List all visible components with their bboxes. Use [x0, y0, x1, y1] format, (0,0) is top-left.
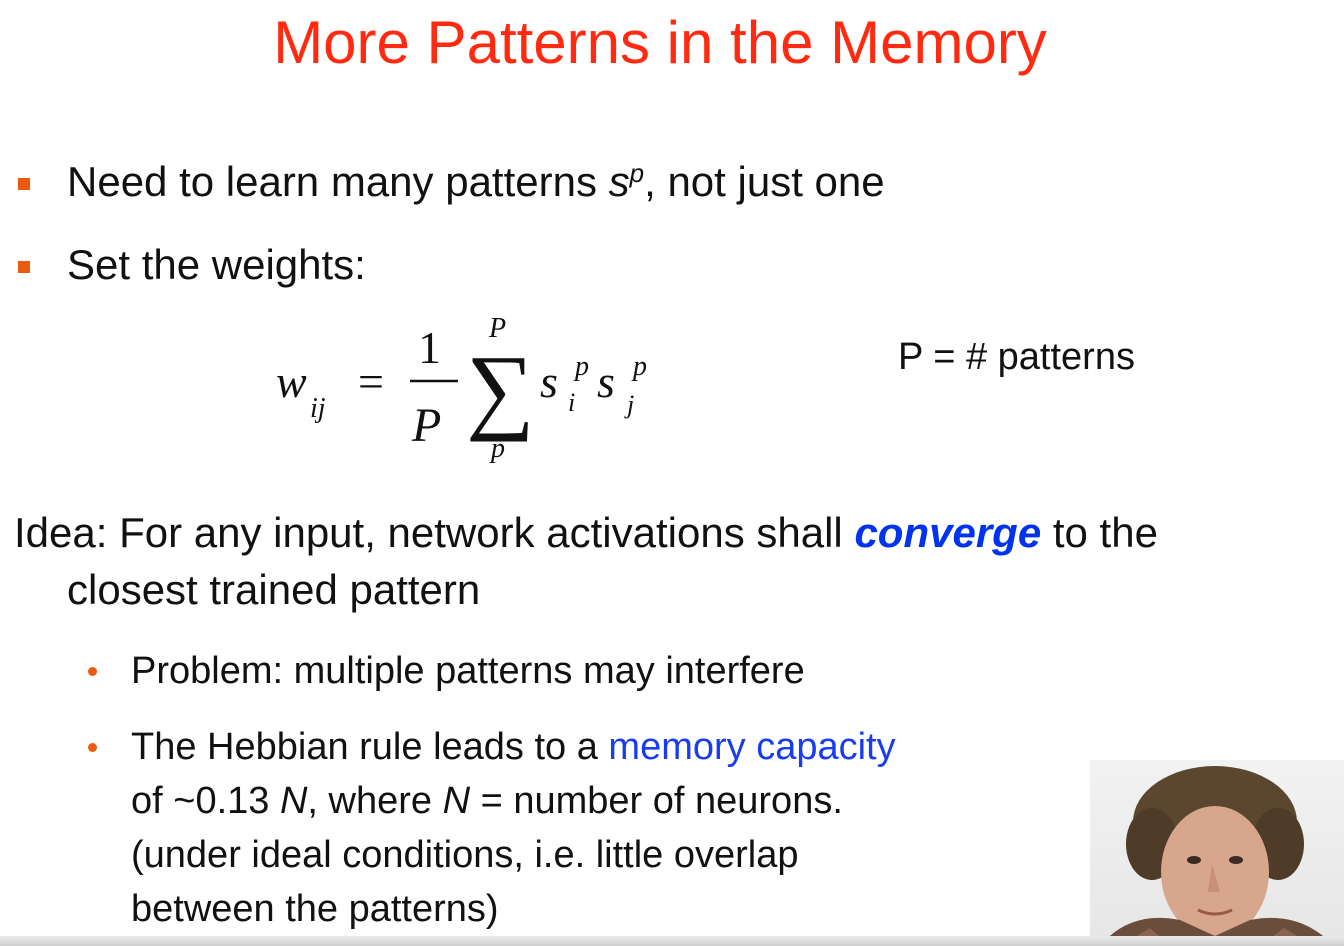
sub-bullet-2-line-1: The Hebbian rule leads to a memory capac…: [131, 720, 896, 774]
sub-bullet-2-line-3: (under ideal conditions, i.e. little ove…: [131, 834, 799, 876]
hebbian-weight-formula: w ij = 1 P P ∑ p s p i s p j: [276, 313, 647, 464]
sub-bullet-2: The Hebbian rule leads to a memory capac…: [131, 720, 896, 936]
sub-bullet-2-text: , where: [307, 780, 443, 822]
presenter-webcam: [1090, 760, 1344, 946]
variable-n: N: [279, 780, 308, 822]
square-bullet-icon: [18, 178, 30, 190]
formula-term-s-i: s: [540, 356, 558, 407]
idea-line-1: Idea: For any input, network activations…: [14, 509, 1158, 557]
sub-bullet-2-text: The Hebbian rule leads to a: [131, 726, 609, 768]
bullet-1-symbol: s: [608, 158, 630, 205]
formula-legend: P = # patterns: [898, 336, 1135, 378]
dot-bullet-icon: [88, 667, 97, 676]
idea-text-before: Idea: For any input, network activations…: [14, 509, 855, 556]
bullet-1-superscript: p: [629, 158, 645, 188]
variable-n: N: [442, 780, 471, 822]
sub-bullet-2-line-4: between the patterns): [131, 888, 499, 930]
bullet-1-text-before: Need to learn many patterns: [67, 158, 609, 205]
formula-term-sub-j: j: [624, 390, 634, 419]
formula-term-sup-1: p: [573, 351, 589, 382]
square-bullet-icon: [18, 261, 30, 273]
summation-icon: ∑: [466, 335, 534, 442]
formula-numerator: 1: [418, 322, 441, 373]
formula-lhs-sub: ij: [310, 393, 326, 424]
presenter-video-icon: [1100, 766, 1334, 946]
memory-capacity-term: memory capacity: [608, 726, 896, 768]
slide-title: More Patterns in the Memory: [273, 9, 1047, 76]
sub-bullet-1: Problem: multiple patterns may interfere: [131, 650, 805, 692]
dot-bullet-icon: [88, 743, 97, 752]
idea-text-after: to the: [1041, 509, 1158, 556]
sub-bullet-2-text: = number of neurons.: [470, 780, 843, 822]
sub-bullet-2-line-2: of ~0.13 N, where N = number of neurons.: [131, 774, 896, 828]
bullet-1: Need to learn many patterns sp, not just…: [67, 158, 885, 206]
bullet-2: Set the weights:: [67, 241, 366, 288]
formula-sum-lower: p: [489, 433, 505, 464]
formula-denominator: P: [411, 399, 441, 452]
video-bottom-bar: [0, 936, 1344, 946]
formula-term-sub-i: i: [568, 388, 575, 417]
formula-term-s-j: s: [597, 356, 615, 407]
formula-term-sup-2: p: [631, 351, 647, 382]
idea-emphasis-converge: converge: [854, 509, 1042, 556]
formula-equals: =: [358, 356, 384, 407]
sub-bullet-2-text: of ~0.13: [131, 780, 280, 822]
idea-line-2: closest trained pattern: [67, 566, 481, 613]
bullet-1-text-after: , not just one: [644, 158, 885, 205]
formula-lhs-var: w: [276, 356, 307, 407]
